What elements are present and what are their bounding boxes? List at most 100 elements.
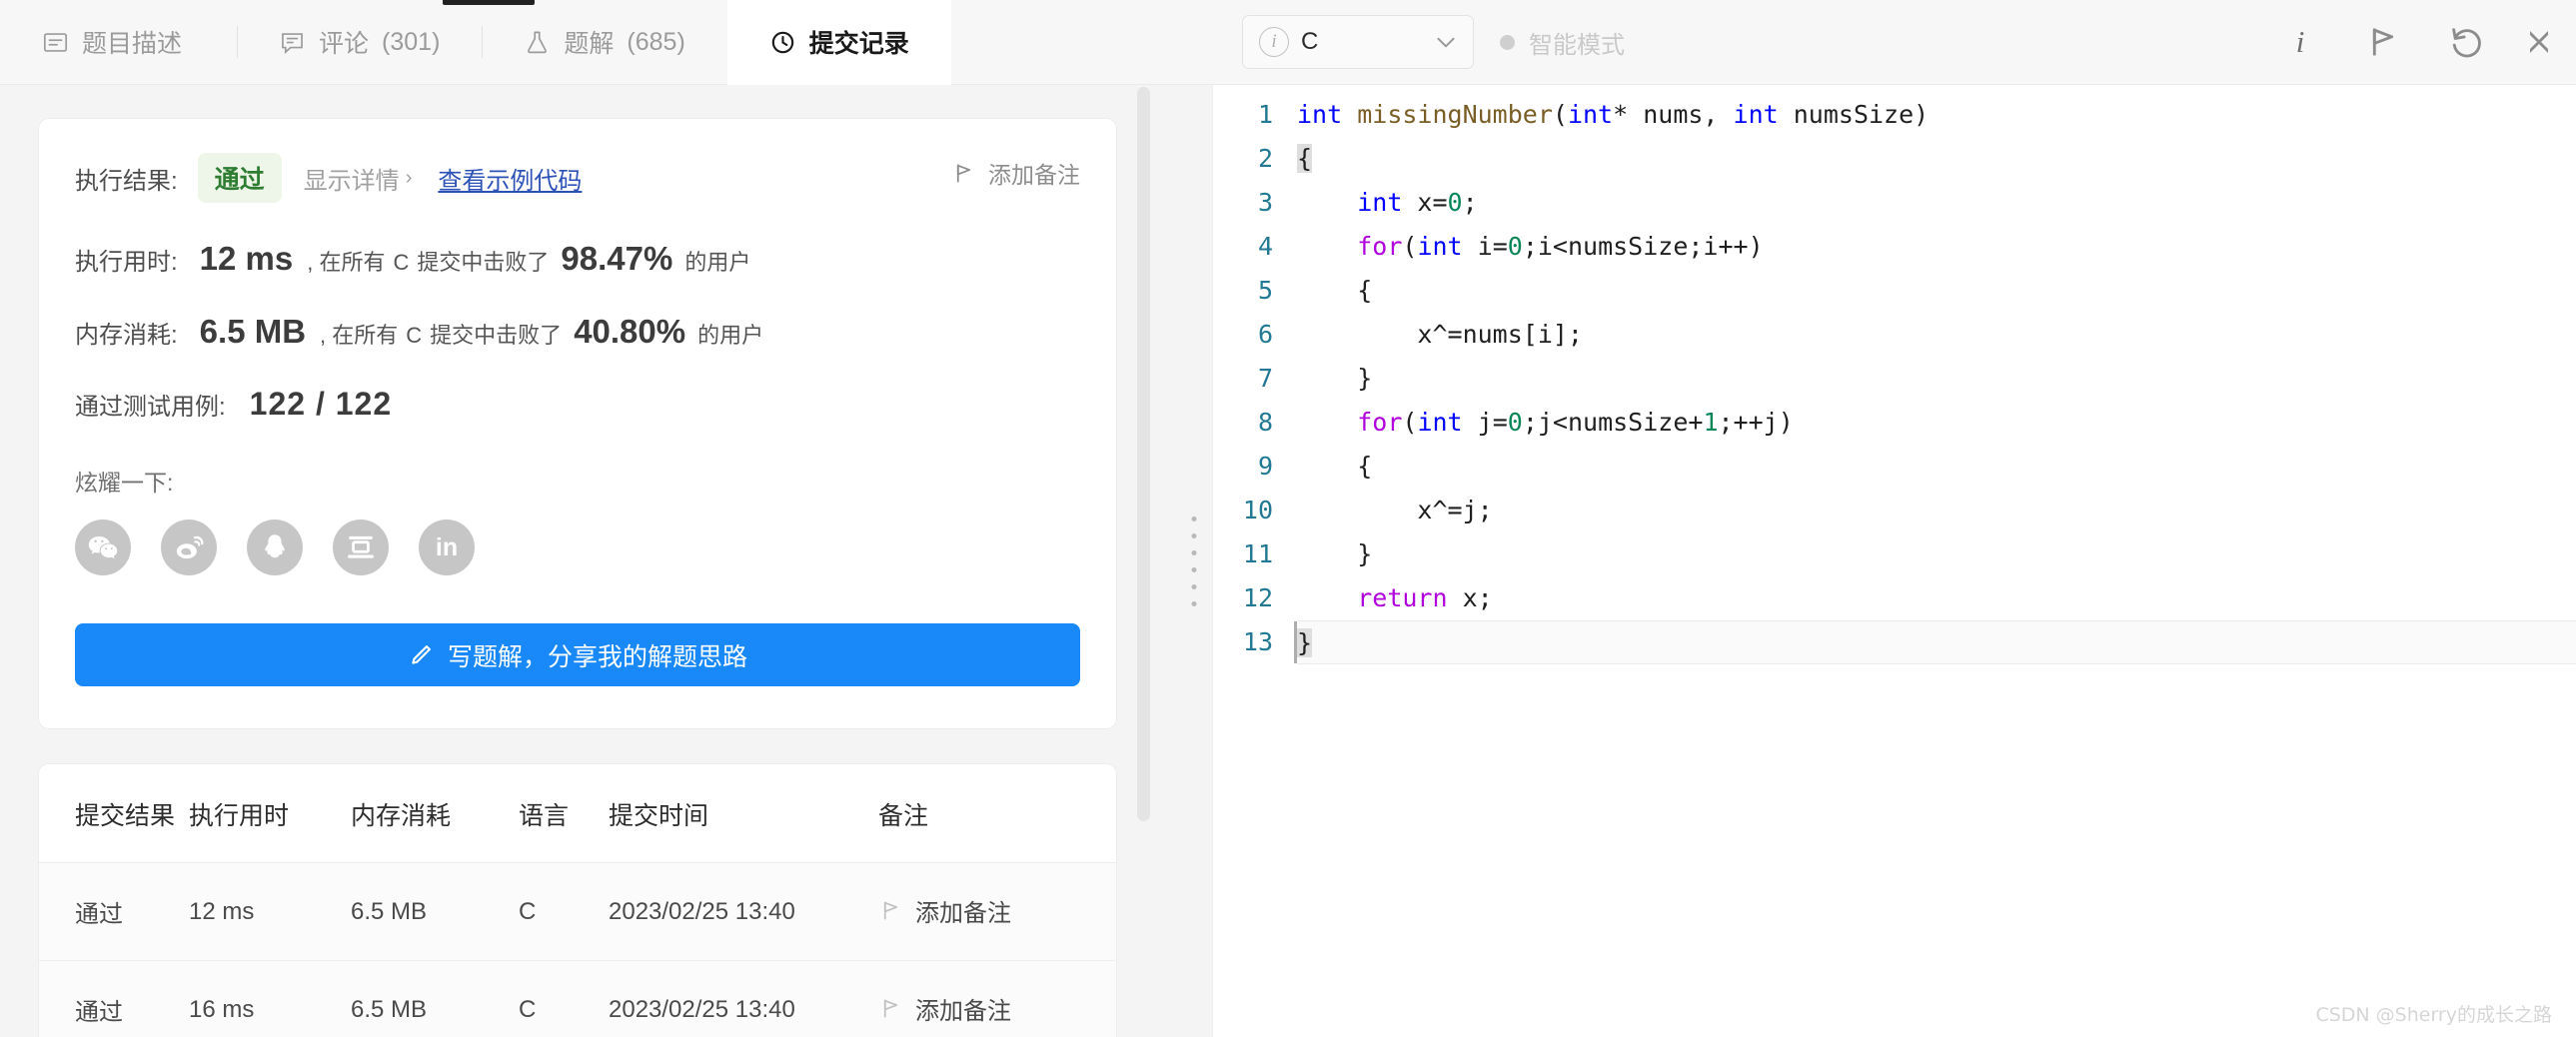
tab-count: (685) xyxy=(627,28,684,57)
code-line[interactable]: { xyxy=(1297,269,2576,313)
code-content[interactable]: int missingNumber(int* nums, int numsSiz… xyxy=(1291,93,2576,664)
add-note-label: 添加备注 xyxy=(988,156,1080,190)
add-note-button[interactable]: 添加备注 xyxy=(951,156,1080,190)
table-body: 通过 12 ms 6.5 MB C 2023/02/25 13:40 xyxy=(39,863,1116,1037)
tab-solutions[interactable]: 题解 (685) xyxy=(482,0,726,84)
code-token: x^=nums[i]; xyxy=(1297,320,1583,349)
smart-mode-toggle[interactable]: 智能模式 xyxy=(1500,25,1625,60)
testcases-value: 122 / 122 xyxy=(250,386,392,423)
line-number: 9 xyxy=(1213,445,1273,489)
tab-comments[interactable]: 评论 (301) xyxy=(237,0,482,84)
cell-note[interactable]: 添加备注 xyxy=(878,961,1116,1037)
code-line[interactable]: { xyxy=(1297,137,2576,181)
memory-value: 6.5 MB xyxy=(200,313,306,351)
tab-label: 题解 xyxy=(564,24,614,60)
info-italic-icon[interactable]: i xyxy=(2281,23,2319,61)
code-token: 0 xyxy=(1508,408,1523,437)
code-token: x; xyxy=(1448,583,1493,612)
line-number: 3 xyxy=(1213,181,1273,225)
code-line[interactable]: int x=0; xyxy=(1297,181,2576,225)
close-icon[interactable] xyxy=(2530,23,2548,61)
sample-code-link[interactable]: 查看示例代码 xyxy=(438,161,582,196)
code-line[interactable]: x^=nums[i]; xyxy=(1297,313,2576,357)
code-token: { xyxy=(1297,452,1372,481)
row-add-note-button[interactable]: 添加备注 xyxy=(878,893,1011,928)
flag-run-icon[interactable] xyxy=(2364,23,2402,61)
cell-language: C xyxy=(519,961,609,1037)
line-number: 2 xyxy=(1213,137,1273,181)
row-add-note-label: 添加备注 xyxy=(915,893,1011,928)
memory-row: 内存消耗: 6.5 MB , 在所有 C 提交中击败了 40.80% 的用户 xyxy=(75,313,1080,351)
code-token: x= xyxy=(1402,188,1447,217)
table-row[interactable]: 通过 12 ms 6.5 MB C 2023/02/25 13:40 xyxy=(39,863,1116,961)
wechat-share-icon[interactable] xyxy=(75,519,131,575)
douban-share-icon[interactable] xyxy=(333,519,389,575)
line-number: 4 xyxy=(1213,225,1273,269)
left-pane-scroll-thumb[interactable] xyxy=(1137,87,1150,821)
col-memory: 内存消耗 xyxy=(351,764,519,863)
code-line[interactable]: { xyxy=(1297,445,2576,489)
code-line[interactable]: } xyxy=(1297,357,2576,401)
code-token: { xyxy=(1297,144,1312,173)
main-body: 执行结果: 通过 显示详情 › 查看示例代码 添加备注 xyxy=(0,85,2576,1037)
tab-label: 评论 xyxy=(319,24,369,60)
code-line[interactable]: for(int j=0;j<numsSize+1;++j) xyxy=(1297,401,2576,445)
code-token xyxy=(1297,583,1357,612)
language-select[interactable]: i C xyxy=(1242,15,1474,69)
cell-status[interactable]: 通过 xyxy=(39,863,189,961)
linkedin-share-icon[interactable]: in xyxy=(419,519,475,575)
qq-share-icon[interactable] xyxy=(247,519,303,575)
code-line[interactable]: int missingNumber(int* nums, int numsSiz… xyxy=(1297,93,2576,137)
col-status: 提交结果 xyxy=(39,764,189,863)
code-line[interactable]: } xyxy=(1297,620,2576,664)
code-token: 0 xyxy=(1508,232,1523,261)
code-editor-pane[interactable]: 12345678910111213 int missingNumber(int*… xyxy=(1213,85,2576,1037)
memory-prefix: , 在所有 xyxy=(320,318,398,350)
tab-label: 题目描述 xyxy=(82,24,182,60)
code-token: for xyxy=(1357,408,1402,437)
code-token xyxy=(1297,408,1357,437)
code-token: int xyxy=(1734,100,1779,129)
col-time: 提交时间 xyxy=(609,764,878,863)
line-number-gutter: 12345678910111213 xyxy=(1213,93,1291,664)
tab-label: 提交记录 xyxy=(809,24,909,60)
cell-memory: 6.5 MB xyxy=(351,961,519,1037)
code-line[interactable]: x^=j; xyxy=(1297,489,2576,532)
weibo-share-icon[interactable] xyxy=(161,519,217,575)
code-line[interactable]: return x; xyxy=(1297,576,2576,620)
code-line[interactable]: for(int i=0;i<numsSize;i++) xyxy=(1297,225,2576,269)
show-detail-link[interactable]: 显示详情 › xyxy=(304,161,413,196)
runtime-row: 执行用时: 12 ms , 在所有 C 提交中击败了 98.47% 的用户 xyxy=(75,240,1080,278)
result-card: 执行结果: 通过 显示详情 › 查看示例代码 添加备注 xyxy=(38,118,1117,729)
cell-note[interactable]: 添加备注 xyxy=(878,863,1116,961)
info-icon: i xyxy=(1259,27,1289,57)
code-token: int xyxy=(1297,100,1342,129)
cell-status[interactable]: 通过 xyxy=(39,961,189,1037)
cell-language: C xyxy=(519,863,609,961)
memory-language: C xyxy=(406,323,422,349)
tab-submissions[interactable]: 提交记录 xyxy=(727,0,951,84)
status-badge: 通过 xyxy=(198,153,282,203)
memory-suffix: 的用户 xyxy=(697,318,763,350)
linkedin-label: in xyxy=(436,533,458,562)
code-token: } xyxy=(1297,539,1372,568)
write-solution-button[interactable]: 写题解，分享我的解题思路 xyxy=(75,623,1080,686)
reset-undo-icon[interactable] xyxy=(2447,23,2485,61)
col-note: 备注 xyxy=(878,764,1116,863)
code-token: missingNumber xyxy=(1357,100,1553,129)
line-number: 1 xyxy=(1213,93,1273,137)
pane-splitter[interactable] xyxy=(1175,85,1213,1037)
code-token: ; xyxy=(1463,188,1478,217)
document-icon xyxy=(42,29,69,56)
clock-icon xyxy=(769,29,796,56)
row-add-note-button[interactable]: 添加备注 xyxy=(878,991,1011,1026)
code-editor[interactable]: 12345678910111213 int missingNumber(int*… xyxy=(1213,93,2576,664)
flag-icon xyxy=(951,161,976,186)
code-token: i= xyxy=(1463,232,1508,261)
table-row[interactable]: 通过 16 ms 6.5 MB C 2023/02/25 13:40 xyxy=(39,961,1116,1037)
left-pane-scrollbar[interactable] xyxy=(1137,85,1150,1037)
watermark: CSDN @Sherry的成长之路 xyxy=(2315,1000,2552,1027)
submissions-table-card: 提交结果 执行用时 内存消耗 语言 提交时间 备注 通过 12 ms 6.5 M xyxy=(38,763,1117,1037)
code-line[interactable]: } xyxy=(1297,532,2576,576)
tab-description[interactable]: 题目描述 xyxy=(0,0,237,84)
